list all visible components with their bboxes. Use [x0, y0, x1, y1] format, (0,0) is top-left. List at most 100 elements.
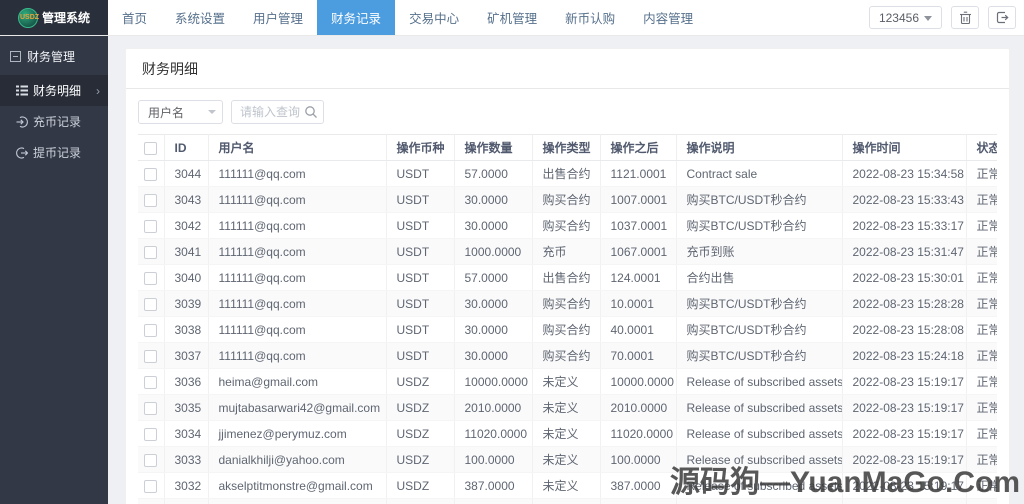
- cell-time: 2022-08-23 15:33:17: [842, 212, 967, 239]
- nav-item[interactable]: 首页: [108, 0, 161, 35]
- cell-type: 购买合约: [532, 186, 601, 213]
- nav-item[interactable]: 内容管理: [629, 0, 707, 35]
- cell-coin: USDT: [386, 264, 455, 291]
- cell-status: 正常: [966, 290, 997, 317]
- cell-type: 购买合约: [532, 342, 601, 369]
- cell-id: 3033: [164, 446, 209, 473]
- row-checkbox[interactable]: [144, 401, 158, 415]
- cell-id: 3036: [164, 368, 209, 395]
- row-checkbox[interactable]: [144, 297, 158, 311]
- row-checkbox[interactable]: [144, 167, 158, 181]
- cell-note: 购买BTC/USDT秒合约: [676, 212, 843, 239]
- cell-note: Release of subscribed assets: [676, 368, 843, 395]
- table-row: 3032 akselptitmonstre@gmail.com USDZ 387…: [138, 472, 997, 499]
- cell-amount: 1000.0000: [454, 238, 533, 265]
- row-checkbox[interactable]: [144, 479, 158, 493]
- logout-button[interactable]: [988, 6, 1016, 29]
- search-icon[interactable]: [304, 105, 318, 119]
- row-checkbox[interactable]: [144, 427, 158, 441]
- table-header-row: ID 用户名 操作币种 操作数量 操作类型 操作之后 操作说明 操作时间 状: [138, 134, 997, 161]
- cell-time: 2022-08-23 15:19:17: [842, 420, 967, 447]
- cell-status: 正常: [966, 368, 997, 395]
- cell-status: 正常: [966, 498, 997, 504]
- chevron-down-icon: [208, 110, 216, 114]
- row-checkbox-cell: [138, 420, 165, 447]
- cell-id: 3034: [164, 420, 209, 447]
- cell-coin: USDZ: [386, 498, 455, 504]
- cell-id: 3031: [164, 498, 209, 504]
- table-row: 3035 mujtabasarwari42@gmail.com USDZ 201…: [138, 394, 997, 421]
- square-minus-icon: [10, 51, 21, 62]
- row-checkbox[interactable]: [144, 193, 158, 207]
- cell-status: 正常: [966, 186, 997, 213]
- cell-username: jjimenez@perymuz.com: [208, 420, 387, 447]
- cell-after: 124.0001: [600, 264, 677, 291]
- cell-note: 购买BTC/USDT秒合约: [676, 186, 843, 213]
- sidebar-section-finance[interactable]: 财务管理: [0, 36, 108, 75]
- table-body: 3044 111111@qq.com USDT 57.0000 出售合约 112…: [138, 160, 997, 504]
- sidebar-item-label: 充币记录: [33, 115, 82, 129]
- row-checkbox[interactable]: [144, 375, 158, 389]
- row-checkbox[interactable]: [144, 453, 158, 467]
- cell-status: 正常: [966, 316, 997, 343]
- cell-username: 111111@qq.com: [208, 316, 387, 343]
- sidebar-item-withdraw-records[interactable]: 提币记录: [0, 137, 108, 168]
- nav-item-label: 财务记录: [331, 12, 382, 26]
- nav-item[interactable]: 系统设置: [161, 0, 239, 35]
- cell-coin: USDT: [386, 212, 455, 239]
- filter-field-selected: 用户名: [148, 105, 185, 120]
- column-header: 操作说明: [676, 134, 843, 161]
- sidebar-item-finance-detail[interactable]: 财务明细 ›: [0, 75, 108, 106]
- cell-time: 2022-08-23 15:19:17: [842, 368, 967, 395]
- records-table: ID 用户名 操作币种 操作数量 操作类型 操作之后 操作说明 操作时间 状 3…: [138, 134, 997, 504]
- cell-amount: 2010.0000: [454, 394, 533, 421]
- trash-button[interactable]: [951, 6, 979, 29]
- nav-item[interactable]: 矿机管理: [473, 0, 551, 35]
- nav-item[interactable]: 财务记录: [317, 0, 396, 35]
- nav-item-label: 首页: [122, 12, 148, 26]
- row-checkbox-cell: [138, 446, 165, 473]
- row-checkbox[interactable]: [144, 323, 158, 337]
- cell-note: Release of subscribed assets: [676, 394, 843, 421]
- row-checkbox[interactable]: [144, 271, 158, 285]
- row-checkbox-cell: [138, 160, 165, 187]
- sidebar-item-deposit-records[interactable]: 充币记录: [0, 106, 108, 137]
- select-all-checkbox[interactable]: [144, 141, 158, 155]
- cell-amount: 30.0000: [454, 290, 533, 317]
- nav-item[interactable]: 新币认购: [551, 0, 629, 35]
- cell-after: 11020.0000: [600, 420, 677, 447]
- row-checkbox[interactable]: [144, 245, 158, 259]
- cell-coin: USDT: [386, 290, 455, 317]
- records-table-wrap: ID 用户名 操作币种 操作数量 操作类型 操作之后 操作说明 操作时间 状 3…: [126, 134, 1009, 504]
- cell-after: 10.0001: [600, 290, 677, 317]
- cell-time: 2022-08-23 15:24:18: [842, 342, 967, 369]
- user-dropdown-button[interactable]: 123456: [868, 6, 942, 29]
- sidebar-item-label: 财务明细: [33, 84, 82, 98]
- cell-status: 正常: [966, 342, 997, 369]
- cell-username: mujtabasarwari42@gmail.com: [208, 394, 387, 421]
- cell-id: 3040: [164, 264, 209, 291]
- cell-username: 111111@qq.com: [208, 160, 387, 187]
- row-checkbox-cell: [138, 368, 165, 395]
- trash-icon: [959, 11, 971, 24]
- column-header: ID: [164, 134, 209, 161]
- cell-amount: 30.0000: [454, 186, 533, 213]
- column-header: 操作币种: [386, 134, 455, 161]
- nav-item-label: 新币认购: [565, 12, 616, 26]
- nav-item[interactable]: 用户管理: [239, 0, 317, 35]
- sidebar-item-label: 提币记录: [33, 146, 82, 160]
- cell-note: Release of subscribed assets: [676, 498, 843, 504]
- cell-amount: 387.0000: [454, 472, 533, 499]
- cell-username: 111111@qq.com: [208, 238, 387, 265]
- cell-after: 1067.0001: [600, 238, 677, 265]
- row-checkbox[interactable]: [144, 219, 158, 233]
- cell-type: 未定义: [532, 446, 601, 473]
- nav-item[interactable]: 交易中心: [395, 0, 473, 35]
- logout-icon: [996, 11, 1009, 24]
- table-row: 3044 111111@qq.com USDT 57.0000 出售合约 112…: [138, 160, 997, 187]
- top-nav: 首页 系统设置 用户管理 财务记录 交易中心 矿机管理 新币认购 内容管理: [108, 0, 707, 35]
- row-checkbox-cell: [138, 316, 165, 343]
- filter-field-select[interactable]: 用户名: [138, 100, 223, 124]
- cell-after: 387.0000: [600, 472, 677, 499]
- row-checkbox[interactable]: [144, 349, 158, 363]
